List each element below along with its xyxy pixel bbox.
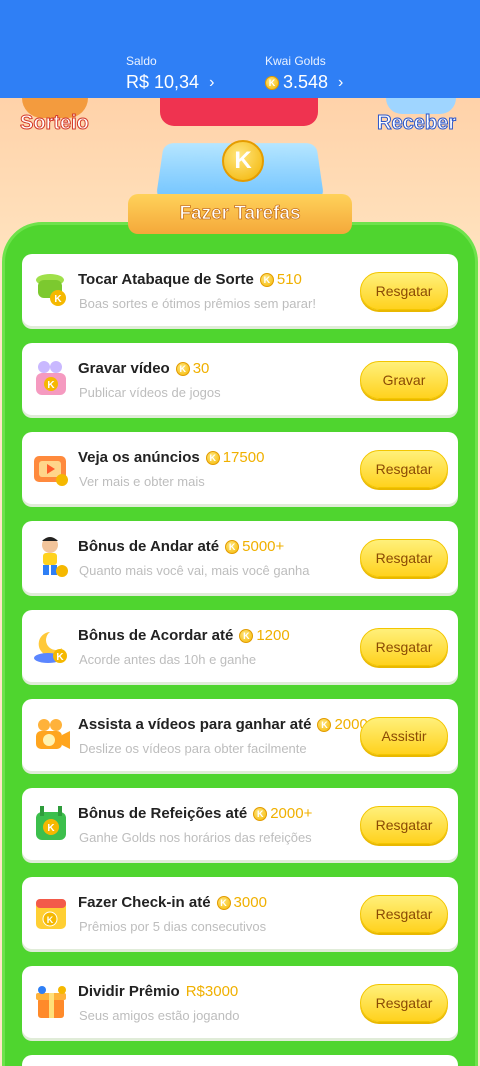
task-title: Assista a vídeos para ganhar até bbox=[78, 716, 312, 733]
task-subtitle: Ver mais e obter mais bbox=[79, 474, 205, 489]
task-title: Bônus de Andar até bbox=[78, 538, 220, 555]
assistir-button[interactable]: Assistir bbox=[360, 717, 448, 755]
coin-icon: K bbox=[175, 361, 190, 376]
golds-label: Kwai Golds bbox=[265, 54, 326, 68]
task-subtitle: Acorde antes das 10h e ganhe bbox=[79, 652, 257, 667]
sorteio-button[interactable]: Sorteio bbox=[20, 112, 90, 135]
task-title: Bônus de Refeições até bbox=[78, 805, 248, 822]
gravar-button[interactable]: Gravar bbox=[360, 361, 448, 399]
task-subtitle: Publicar vídeos de jogos bbox=[79, 385, 221, 400]
section-title: Fazer Tarefas bbox=[179, 203, 301, 225]
coin-icon: K bbox=[265, 75, 279, 90]
svg-text:K: K bbox=[47, 915, 54, 925]
coin-icon: K bbox=[225, 539, 240, 554]
task-reward: 1200 bbox=[256, 627, 290, 644]
camera-icon: K bbox=[30, 357, 74, 401]
resgatar-button[interactable]: Resgatar bbox=[360, 628, 448, 666]
task-card: Dividir Prêmio R$3000 Seus amigos estão j… bbox=[22, 966, 458, 1038]
task-card: K Bônus de Acordar até K 1200 Acorde antes… bbox=[22, 610, 458, 682]
task-subtitle: Quanto mais você vai, mais você ganha bbox=[79, 563, 310, 578]
task-reward: 2000+ bbox=[270, 805, 313, 822]
task-title: Fazer Check-in até bbox=[78, 894, 211, 911]
coin-icon: K bbox=[239, 628, 254, 643]
svg-text:K: K bbox=[56, 652, 64, 663]
resgatar-button[interactable]: Resgatar bbox=[360, 984, 448, 1022]
chevron-right-icon: › bbox=[338, 73, 344, 91]
coin-icon: K bbox=[317, 717, 332, 732]
task-card: K Tocar Atabaque de Sorte K 510 Boas sorte… bbox=[22, 254, 458, 326]
chevron-right-icon: › bbox=[209, 73, 215, 91]
tv-icon bbox=[30, 446, 74, 490]
gift-icon bbox=[30, 980, 74, 1024]
task-reward: 3000 bbox=[233, 894, 267, 911]
task-card: K Gravar vídeo K 30 Publicar vídeos de jog… bbox=[22, 343, 458, 415]
saldo-label: Saldo bbox=[126, 54, 157, 68]
video-camera-icon bbox=[30, 713, 74, 757]
task-title: Tocar Atabaque de Sorte bbox=[78, 271, 254, 288]
title-ribbon: Fazer Tarefas bbox=[128, 194, 352, 234]
resgatar-button[interactable]: Resgatar bbox=[360, 539, 448, 577]
task-title: Veja os anúncios bbox=[78, 449, 200, 466]
task-title: Gravar vídeo bbox=[78, 360, 170, 377]
task-reward: 510 bbox=[276, 271, 302, 288]
calendar-icon: K bbox=[30, 891, 74, 935]
task-reward: 17500 bbox=[222, 449, 265, 466]
task-card: Veja os anúncios K 17500 Ver mais e obter … bbox=[22, 432, 458, 504]
task-card: K Fazer Check-in até K 3000 Prêmios por 5 … bbox=[22, 877, 458, 949]
svg-text:K: K bbox=[47, 380, 55, 391]
k-coin-icon: K bbox=[222, 140, 264, 182]
task-card-partial bbox=[22, 1055, 458, 1066]
runner-icon bbox=[30, 535, 74, 579]
task-subtitle: Prêmios por 5 dias consecutivos bbox=[79, 919, 267, 934]
saldo-balance[interactable]: Saldo R$ 10,34 › bbox=[126, 54, 214, 93]
red-banner-tab[interactable] bbox=[160, 98, 318, 126]
moon-icon: K bbox=[30, 624, 74, 668]
task-card: Bônus de Andar até K 5000+ Quanto mais voc… bbox=[22, 521, 458, 593]
task-subtitle: Boas sortes e ótimos prêmios sem parar! bbox=[79, 296, 316, 311]
task-subtitle: Ganhe Golds nos horários das refeições bbox=[79, 830, 312, 845]
coin-icon: K bbox=[216, 895, 231, 910]
svg-text:K: K bbox=[54, 294, 62, 305]
meal-icon: K bbox=[30, 802, 74, 846]
top-bar: Saldo R$ 10,34 › Kwai Golds K 3.548 › bbox=[0, 0, 480, 98]
task-card: K Bônus de Refeições até K 2000+ Ganhe Gol… bbox=[22, 788, 458, 860]
golds-balance[interactable]: Kwai Golds K 3.548 › bbox=[265, 54, 343, 93]
task-reward: 5000+ bbox=[242, 538, 285, 555]
resgatar-button[interactable]: Resgatar bbox=[360, 450, 448, 488]
task-subtitle: Seus amigos estão jogando bbox=[79, 1008, 240, 1023]
resgatar-button[interactable]: Resgatar bbox=[360, 806, 448, 844]
golds-value: 3.548 bbox=[283, 72, 329, 92]
task-title: Dividir Prêmio bbox=[78, 983, 180, 1000]
drum-icon: K bbox=[30, 268, 74, 312]
receber-button[interactable]: Receber bbox=[377, 112, 457, 135]
coin-icon: K bbox=[259, 272, 274, 287]
saldo-value: R$ 10,34 bbox=[126, 72, 200, 92]
svg-text:K: K bbox=[47, 823, 55, 834]
task-reward: 30 bbox=[192, 360, 210, 377]
coin-icon: K bbox=[253, 806, 268, 821]
task-title: Bônus de Acordar até bbox=[78, 627, 234, 644]
task-subtitle: Deslize os vídeos para obter facilmente bbox=[79, 741, 307, 756]
coin-icon: K bbox=[205, 450, 220, 465]
task-card: Assista a vídeos para ganhar até K 2000 De… bbox=[22, 699, 458, 771]
task-reward: R$3000 bbox=[185, 983, 239, 1000]
resgatar-button[interactable]: Resgatar bbox=[360, 272, 448, 310]
resgatar-button[interactable]: Resgatar bbox=[360, 895, 448, 933]
